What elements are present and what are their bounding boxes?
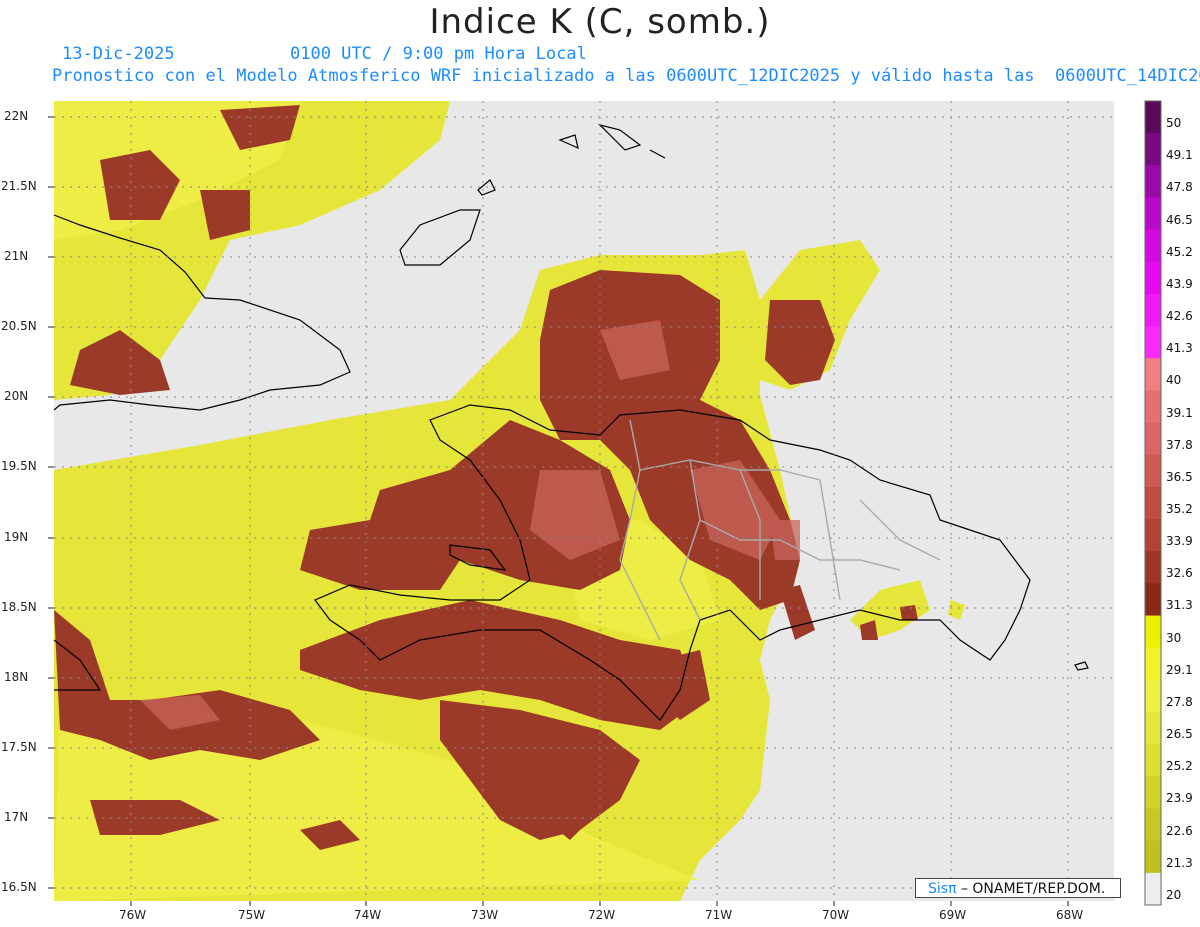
colorbar-label: 22.6 (1166, 823, 1193, 838)
lon-label: 76W (119, 908, 147, 922)
lat-label: 22N (4, 109, 29, 123)
colorbar-swatch (1145, 776, 1161, 810)
colorbar-label: 41.3 (1166, 341, 1193, 356)
colorbar-label: 43.9 (1166, 276, 1193, 291)
colorbar-label: 29.1 (1166, 662, 1193, 677)
colorbar-label: 27.8 (1166, 694, 1193, 709)
colorbar-label: 45.2 (1166, 244, 1193, 259)
colorbar-swatch (1145, 872, 1161, 906)
colorbar-swatch (1145, 519, 1161, 552)
colorbar-swatch (1145, 422, 1161, 456)
lat-label: 19.5N (1, 459, 37, 473)
lat-label: 20.5N (1, 319, 37, 333)
lat-label: 18.5N (1, 600, 37, 614)
colorbar-swatch (1145, 679, 1161, 713)
colorbar-label: 47.8 (1166, 180, 1193, 195)
colorbar-label: 21.3 (1166, 855, 1193, 870)
credit-box: Sisπ – ONAMET/REP.DOM. (915, 878, 1121, 898)
colorbar-label: 42.6 (1166, 309, 1193, 324)
lat-label: 17N (4, 810, 29, 824)
colorbar (1144, 100, 1162, 906)
colorbar-label: 33.9 (1166, 534, 1193, 549)
colorbar-label: 46.5 (1166, 212, 1193, 227)
lat-label: 20N (4, 389, 29, 403)
colorbar-label: 50 (1166, 116, 1182, 131)
forecast-map (48, 100, 1162, 906)
lat-label: 18N (4, 670, 29, 684)
colorbar-swatch (1145, 454, 1161, 488)
colorbar-swatch (1145, 712, 1161, 745)
colorbar-label: 31.3 (1166, 598, 1193, 613)
colorbar-label: 40 (1166, 373, 1182, 388)
colorbar-label: 32.6 (1166, 566, 1193, 581)
lon-label: 71W (705, 908, 733, 922)
lon-label: 70W (822, 908, 850, 922)
colorbar-label: 37.8 (1166, 437, 1193, 452)
colorbar-swatch (1145, 615, 1161, 649)
colorbar-swatch (1145, 261, 1161, 295)
lat-label: 17.5N (1, 740, 37, 754)
colorbar-label: 23.9 (1166, 791, 1193, 806)
colorbar-label: 49.1 (1166, 148, 1193, 163)
colorbar-swatch (1145, 647, 1161, 681)
colorbar-swatch (1145, 390, 1161, 424)
organization-label: – ONAMET/REP.DOM. (956, 881, 1106, 897)
lon-label: 75W (238, 908, 266, 922)
colorbar-label: 36.5 (1166, 469, 1193, 484)
colorbar-swatch (1145, 133, 1161, 166)
lon-label: 73W (471, 908, 499, 922)
lat-label: 21N (4, 249, 29, 263)
colorbar-swatch (1145, 165, 1161, 198)
colorbar-swatch (1145, 326, 1161, 359)
lon-label: 72W (588, 908, 616, 922)
colorbar-label: 35.2 (1166, 502, 1193, 516)
colorbar-swatch (1145, 293, 1161, 327)
lon-label: 68W (1056, 908, 1084, 922)
colorbar-swatch (1145, 808, 1161, 842)
colorbar-swatch (1145, 840, 1161, 874)
colorbar-label: 25.2 (1166, 759, 1193, 774)
colorbar-swatch (1145, 486, 1161, 520)
sispi-logo-text: Sisπ (928, 881, 957, 897)
colorbar-label: 39.1 (1166, 405, 1193, 420)
colorbar-swatch (1145, 583, 1161, 617)
colorbar-swatch (1145, 358, 1161, 391)
colorbar-swatch (1145, 197, 1161, 231)
colorbar-swatch (1145, 229, 1161, 263)
colorbar-swatch (1145, 101, 1161, 134)
lon-label: 69W (939, 908, 967, 922)
colorbar-label: 26.5 (1166, 727, 1193, 742)
colorbar-swatch (1145, 744, 1161, 777)
lon-label: 74W (354, 908, 382, 922)
colorbar-label: 20 (1166, 887, 1182, 902)
lat-label: 19N (4, 530, 29, 544)
colorbar-swatch (1145, 551, 1161, 584)
colorbar-label: 30 (1166, 630, 1182, 645)
lat-label: 16.5N (1, 880, 37, 894)
lat-label: 21.5N (1, 179, 37, 193)
